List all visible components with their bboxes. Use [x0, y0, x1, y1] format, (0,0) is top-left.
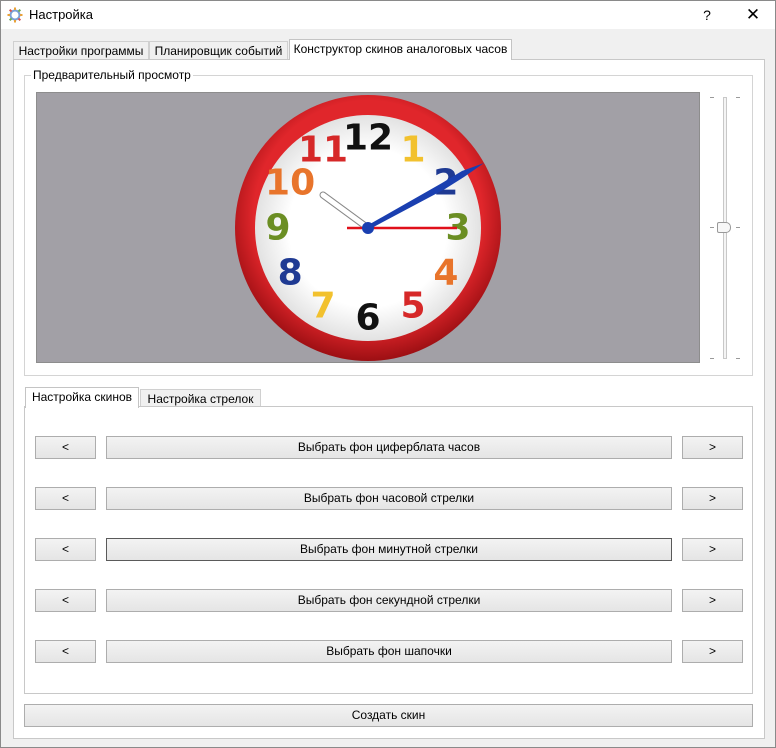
prev-hour-hand-bg-button[interactable]: <	[35, 487, 96, 510]
next-minute-hand-bg-button[interactable]: >	[682, 538, 743, 561]
choose-second-hand-bg-button[interactable]: Выбрать фон секундной стрелки	[106, 589, 672, 612]
zoom-slider-handle[interactable]	[717, 222, 731, 233]
preview-group-title: Предварительный просмотр	[31, 68, 193, 82]
clock-preview: 121234567891011	[36, 92, 700, 363]
prev-second-hand-bg-button[interactable]: <	[35, 589, 96, 612]
slider-tick	[710, 97, 714, 98]
slider-tick	[710, 358, 714, 359]
clock-numeral: 7	[310, 285, 335, 326]
clock-numeral: 6	[355, 298, 380, 339]
clock-numeral: 9	[265, 208, 290, 249]
slider-tick	[736, 227, 740, 228]
slider-tick	[736, 97, 740, 98]
gear-icon	[7, 7, 23, 23]
close-button[interactable]: ✕	[737, 5, 769, 25]
slider-tick	[736, 358, 740, 359]
next-cap-bg-button[interactable]: >	[682, 640, 743, 663]
next-second-hand-bg-button[interactable]: >	[682, 589, 743, 612]
clock-cap	[362, 222, 374, 234]
clock-numeral: 11	[298, 130, 348, 171]
clock-numeral: 5	[400, 285, 425, 326]
choose-hour-hand-bg-button[interactable]: Выбрать фон часовой стрелки	[106, 487, 672, 510]
prev-cap-bg-button[interactable]: <	[35, 640, 96, 663]
choose-dial-bg-button[interactable]: Выбрать фон циферблата часов	[106, 436, 672, 459]
clock-svg: 121234567891011	[235, 95, 501, 361]
clock-numeral: 8	[278, 253, 303, 294]
prev-dial-bg-button[interactable]: <	[35, 436, 96, 459]
choose-cap-bg-button[interactable]: Выбрать фон шапочки	[106, 640, 672, 663]
next-dial-bg-button[interactable]: >	[682, 436, 743, 459]
tab-clock-skin-builder[interactable]: Конструктор скинов аналоговых часов	[289, 39, 512, 60]
help-button[interactable]: ?	[691, 5, 723, 25]
next-hour-hand-bg-button[interactable]: >	[682, 487, 743, 510]
clock-numeral: 12	[343, 118, 393, 159]
clock-numeral: 4	[433, 253, 458, 294]
settings-window: Настройка ? ✕ Настройки программы Планир…	[0, 0, 776, 748]
clock-numeral: 1	[400, 130, 425, 171]
choose-minute-hand-bg-button[interactable]: Выбрать фон минутной стрелки	[106, 538, 672, 561]
slider-tick	[710, 227, 714, 228]
window-title: Настройка	[29, 7, 93, 22]
create-skin-button[interactable]: Создать скин	[24, 704, 753, 727]
tab-event-scheduler[interactable]: Планировщик событий	[149, 41, 288, 60]
title-bar: Настройка ? ✕	[1, 1, 775, 29]
tab-skin-settings[interactable]: Настройка скинов	[25, 387, 139, 408]
tab-program-settings[interactable]: Настройки программы	[13, 41, 149, 60]
prev-minute-hand-bg-button[interactable]: <	[35, 538, 96, 561]
